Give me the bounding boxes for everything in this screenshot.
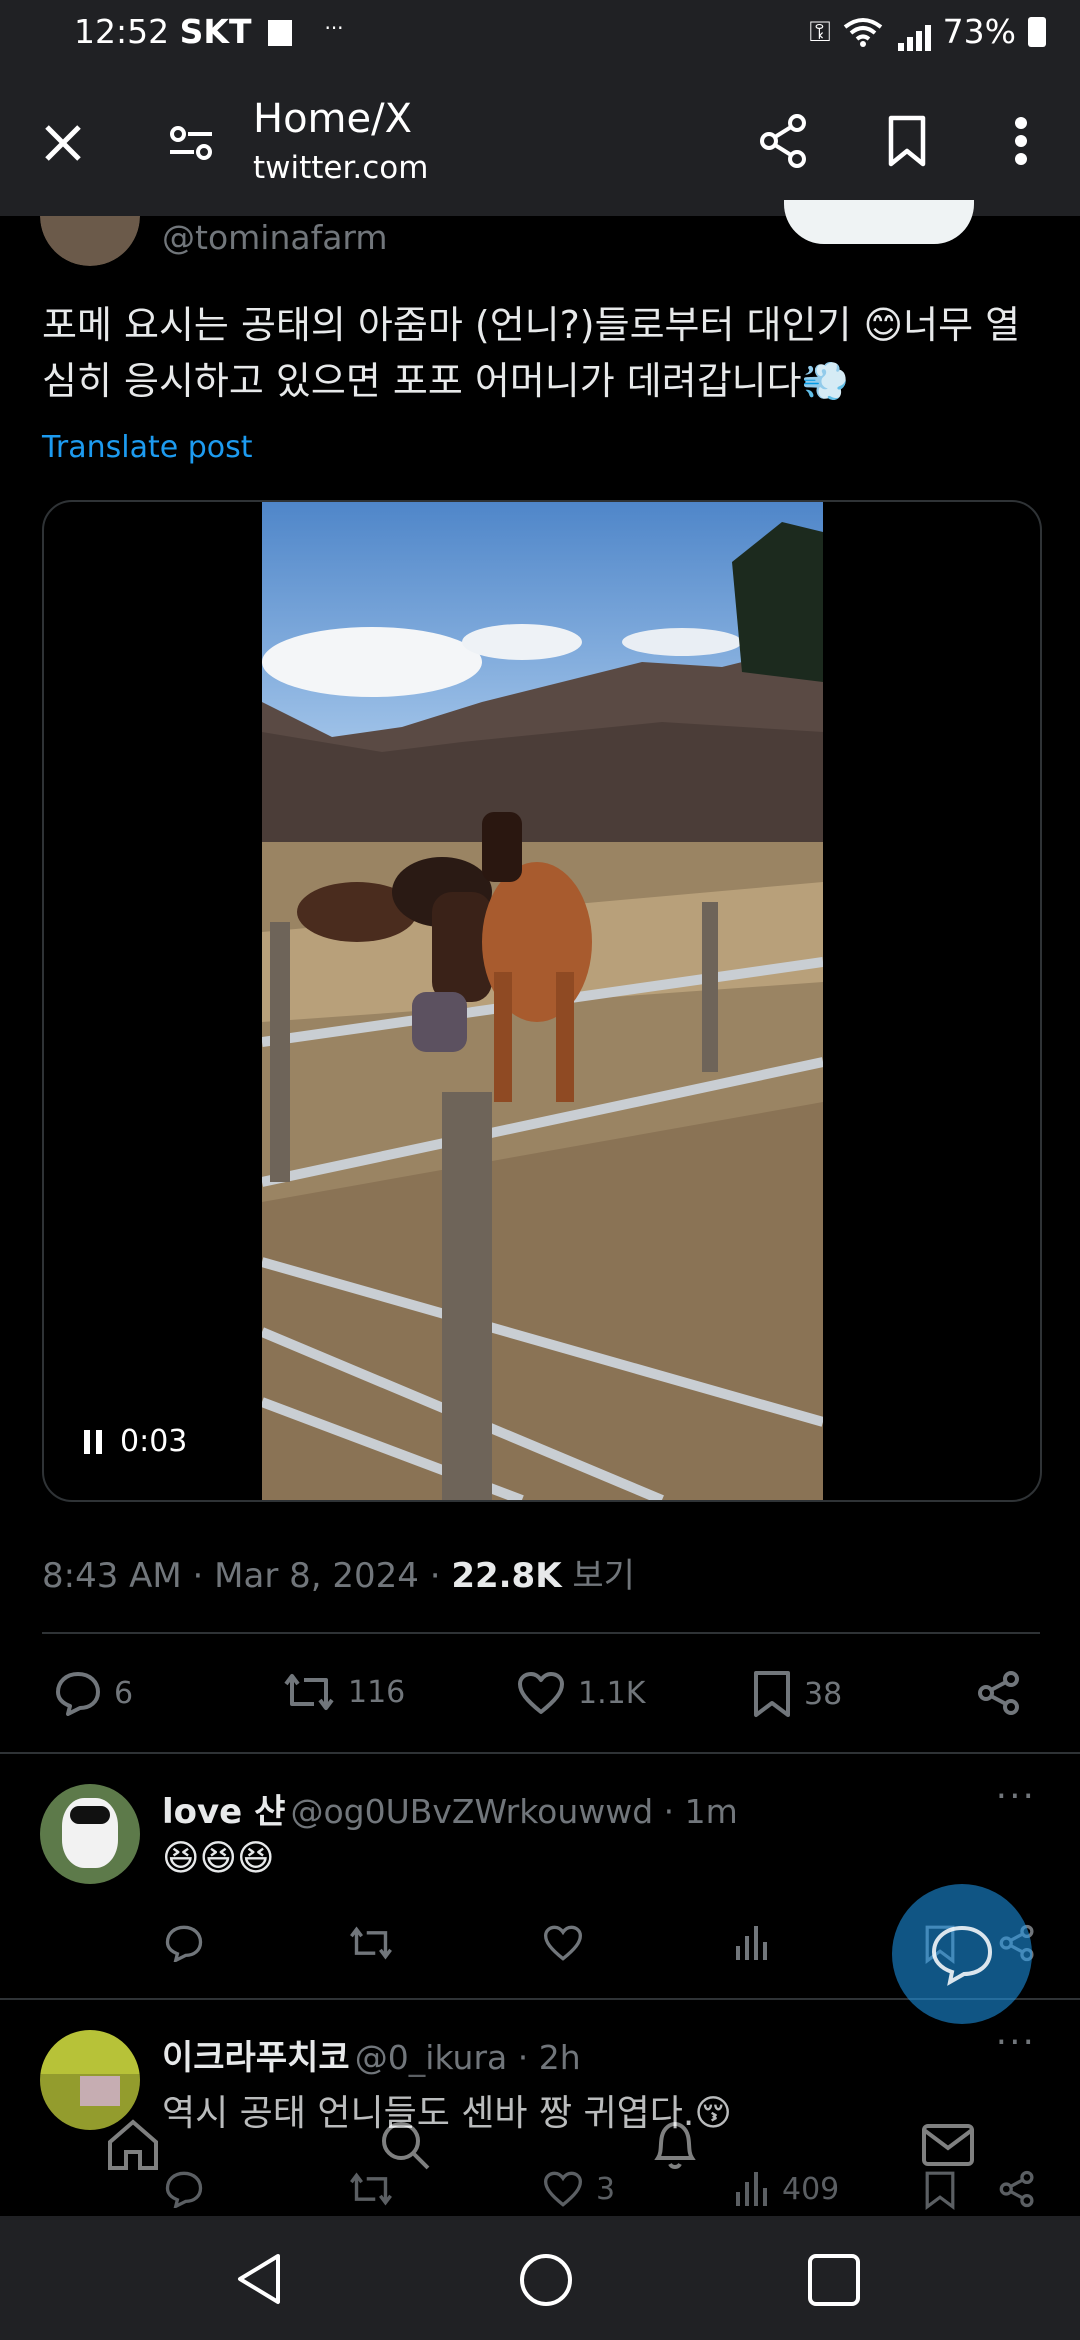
repost-button[interactable]: 116 bbox=[282, 1670, 405, 1714]
home-circle-icon[interactable] bbox=[518, 2252, 574, 2308]
avatar[interactable] bbox=[40, 1784, 140, 1884]
wifi-icon bbox=[843, 17, 882, 47]
author-handle[interactable]: @tominafarm bbox=[162, 218, 388, 257]
tune-icon bbox=[170, 126, 212, 160]
follow-button[interactable] bbox=[784, 200, 974, 244]
twitter-tab-bar bbox=[0, 2074, 1080, 2216]
translate-link[interactable]: Translate post bbox=[42, 430, 253, 465]
reply-button[interactable]: 6 bbox=[54, 1670, 133, 1716]
share-icon bbox=[978, 1671, 1019, 1715]
video-controls: 0:03 bbox=[84, 1424, 187, 1459]
reply-icon[interactable] bbox=[164, 1924, 204, 1962]
signal-icon bbox=[895, 12, 931, 51]
reply-icon bbox=[56, 1672, 100, 1716]
notification-icon bbox=[267, 20, 292, 46]
back-icon[interactable] bbox=[232, 2250, 286, 2308]
views-icon[interactable] bbox=[734, 1924, 770, 1962]
more-options-icon[interactable]: ··· bbox=[996, 2022, 1036, 2063]
post-text: 포메 요시는 공태의 아줌마 (언니?)들로부터 대인기 😊너무 열심히 응시하… bbox=[42, 303, 1021, 403]
overflow-dots-icon: ··· bbox=[324, 16, 344, 40]
reply-author-handle: @0_ikura · 2h bbox=[354, 2038, 581, 2077]
carrier-label: SKT bbox=[179, 12, 252, 51]
search-icon[interactable] bbox=[376, 2116, 434, 2174]
share-button[interactable] bbox=[750, 106, 816, 176]
reply-author-name[interactable]: love 샨 bbox=[162, 1792, 285, 1832]
repost-icon[interactable] bbox=[348, 1924, 394, 1962]
post-action-bar: 6 116 1.1K 38 bbox=[42, 1664, 1042, 1724]
share-icon bbox=[760, 114, 806, 168]
messages-icon[interactable] bbox=[918, 2116, 978, 2174]
share-post-button[interactable] bbox=[976, 1670, 1022, 1716]
reply-author-handle: @og0UBvZWrkouwwd · 1m bbox=[290, 1792, 738, 1831]
reply-header: love 샨 @og0UBvZWrkouwwd · 1m bbox=[162, 1784, 738, 1833]
video-player[interactable]: 0:03 bbox=[42, 500, 1042, 1502]
status-bar: 12:52 SKT ··· ⚿ 73% bbox=[0, 0, 1080, 66]
reply-author-name[interactable]: 이크라푸치코 bbox=[162, 2038, 350, 2078]
repost-count: 116 bbox=[348, 1674, 406, 1710]
notifications-icon[interactable] bbox=[646, 2116, 704, 2174]
site-settings-button[interactable] bbox=[156, 110, 226, 176]
menu-button[interactable] bbox=[998, 106, 1044, 176]
close-icon bbox=[45, 125, 81, 161]
pause-icon[interactable] bbox=[84, 1429, 102, 1454]
reply-header: 이크라푸치코 @0_ikura · 2h bbox=[162, 2030, 581, 2079]
like-count: 1.1K bbox=[578, 1675, 646, 1711]
bookmark-page-button[interactable] bbox=[876, 106, 938, 176]
reply-text: 😆😆😆 bbox=[162, 1838, 275, 1879]
bookmark-count: 38 bbox=[804, 1676, 843, 1712]
like-button[interactable]: 1.1K bbox=[516, 1670, 645, 1716]
battery-percent: 73% bbox=[942, 12, 1016, 51]
page-url[interactable]: twitter.com bbox=[253, 150, 428, 186]
repost-icon bbox=[284, 1674, 334, 1710]
bookmark-button[interactable]: 38 bbox=[752, 1670, 842, 1718]
heart-icon bbox=[518, 1672, 564, 1714]
bookmark-icon bbox=[888, 115, 926, 167]
compose-button[interactable] bbox=[892, 1884, 1032, 2024]
views-label: 보기 bbox=[561, 1556, 635, 1596]
divider bbox=[0, 1752, 1080, 1754]
video-frame bbox=[262, 502, 823, 1500]
status-time: 12:52 SKT ··· bbox=[74, 12, 344, 51]
close-button[interactable] bbox=[30, 110, 96, 176]
bookmark-icon bbox=[754, 1671, 790, 1717]
divider bbox=[42, 1632, 1040, 1634]
heart-icon[interactable] bbox=[542, 1924, 584, 1962]
video-elapsed-time: 0:03 bbox=[120, 1424, 188, 1459]
compose-icon bbox=[931, 1925, 993, 1986]
view-count: 22.8K bbox=[451, 1556, 562, 1596]
post-timestamp[interactable]: 8:43 AM · Mar 8, 2024 · bbox=[42, 1556, 451, 1596]
more-vert-icon bbox=[1015, 117, 1027, 165]
post-metadata: 8:43 AM · Mar 8, 2024 · 22.8K 보기 bbox=[42, 1548, 635, 1597]
reply-count: 6 bbox=[114, 1675, 134, 1711]
system-nav-bar bbox=[0, 2216, 1080, 2340]
home-icon[interactable] bbox=[104, 2116, 162, 2174]
page-title: Home/X bbox=[253, 96, 413, 142]
browser-toolbar: 12:52 SKT ··· ⚿ 73% Home/X twitter.com bbox=[0, 0, 1080, 216]
recents-icon[interactable] bbox=[806, 2252, 862, 2308]
more-options-icon[interactable]: ··· bbox=[996, 1776, 1036, 1817]
key-icon: ⚿ bbox=[809, 14, 831, 48]
battery-icon bbox=[1028, 16, 1046, 47]
